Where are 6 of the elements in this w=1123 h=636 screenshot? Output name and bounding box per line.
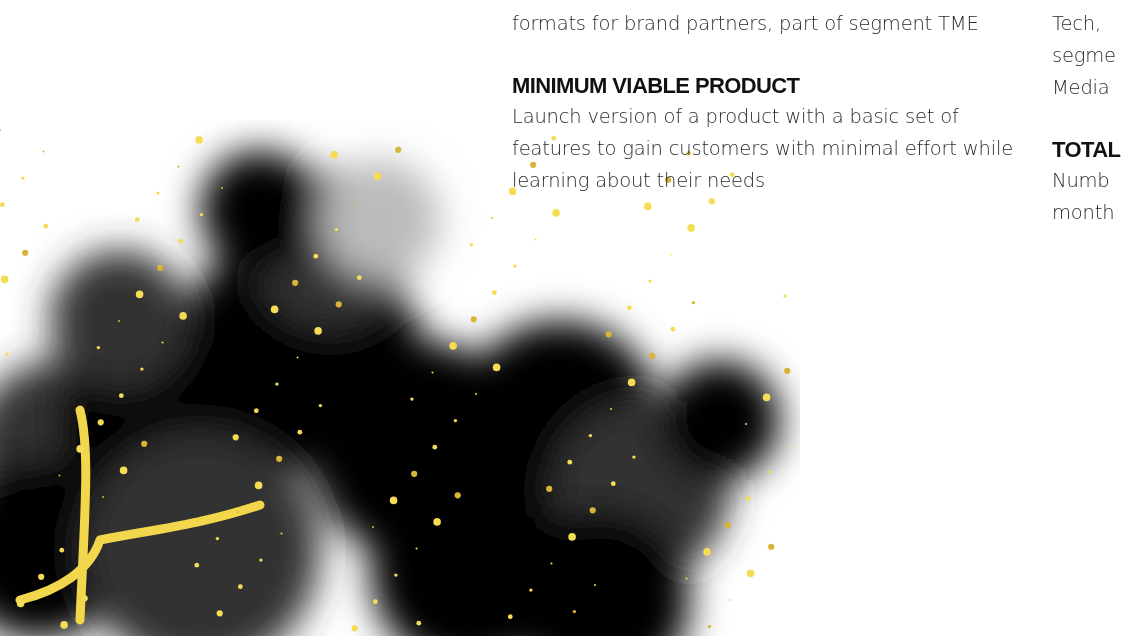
term-definition: Numb month: [1052, 168, 1116, 226]
term-definition: formats for brand partners, part of segment TME: [512, 11, 980, 37]
glossary-term: MINIMUM VIABLE PRODUCT: [512, 72, 801, 100]
term-definition: Launch version of a product with a basic set of features to gain customers with minimal effort while learning about their needs: [512, 104, 1014, 194]
term-definition: Tech, segme Media: [1052, 11, 1117, 101]
glossary-term: TOTAL: [1052, 136, 1122, 164]
